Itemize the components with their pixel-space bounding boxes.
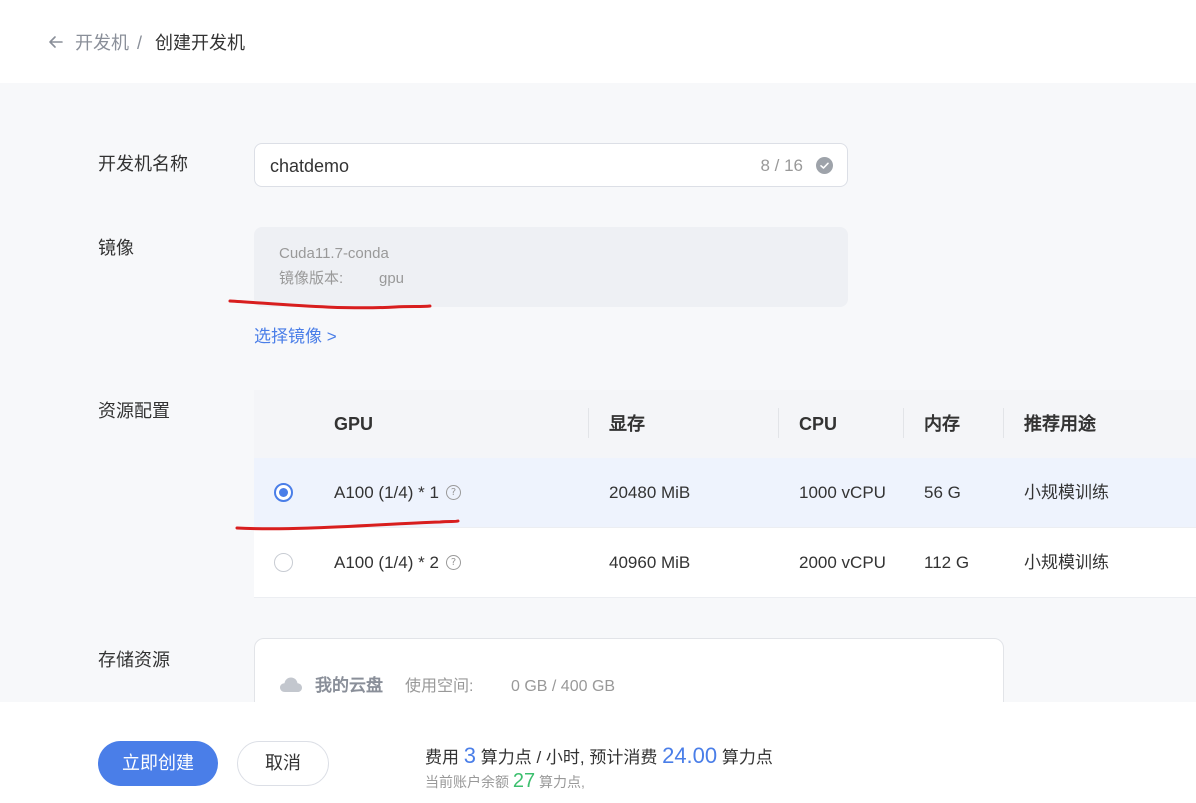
check-circle-icon [816,157,833,174]
resource-gpu: A100 (1/4) * 1 [334,483,439,502]
column-divider [588,408,589,438]
cloud-icon [280,677,302,692]
balance-prefix: 当前账户余额 [425,774,509,790]
image-label: 镜像 [98,238,134,258]
resource-vram: 40960 MiB [609,553,691,572]
resource-row[interactable]: A100 (1/4) * 2 ? 40960 MiB 2000 vCPU 112… [254,528,1196,598]
resource-usage: 小规模训练 [1024,553,1109,572]
resource-label: 资源配置 [98,401,170,421]
storage-usage-value: 0 GB / 400 GB [511,678,616,695]
balance-summary: 当前账户余额 27 算力点, [425,770,585,793]
breadcrumb-parent-link[interactable]: 开发机 [75,31,129,55]
column-header-usage: 推荐用途 [1024,414,1096,434]
fee-rate: 3 [463,743,476,768]
name-char-count: 8 / 16 [760,156,803,175]
image-version-label: 镜像版本: [279,270,344,287]
resource-radio[interactable] [274,553,293,572]
resource-table-header: GPU 显存 CPU 内存 推荐用途 [254,390,1196,458]
create-button[interactable]: 立即创建 [98,741,218,786]
resource-vram: 20480 MiB [609,483,691,502]
column-header-gpu: GPU [334,414,374,434]
balance-value: 27 [512,770,536,792]
column-divider [903,408,904,438]
footer-bar: 立即创建 取消 费用 3 算力点 / 小时, 预计消费 24.00 算力点 当前… [0,702,1196,803]
column-divider [778,408,779,438]
column-header-memory: 内存 [924,414,960,434]
breadcrumb-separator: / [137,33,143,53]
column-header-vram: 显存 [609,414,645,434]
image-version-value: gpu [379,270,405,287]
fee-prefix: 费用 [425,748,459,767]
image-info-box: Cuda11.7-conda 镜像版本: gpu [254,227,848,307]
resource-cpu: 1000 vCPU [799,483,886,502]
help-icon[interactable]: ? [446,555,461,570]
resource-memory: 112 G [924,553,970,572]
storage-usage-label: 使用空间: [405,678,474,695]
resource-usage: 小规模训练 [1024,483,1109,502]
name-input-value[interactable]: chatdemo [270,154,349,178]
fee-summary: 费用 3 算力点 / 小时, 预计消费 24.00 算力点 [425,742,773,772]
select-image-link[interactable]: 选择镜像 > [254,325,337,349]
column-header-cpu: CPU [799,414,838,434]
resource-gpu: A100 (1/4) * 2 [334,553,439,572]
arrow-left-icon[interactable] [46,32,66,52]
fee-unit: 算力点 / 小时, 预计消费 [480,748,658,767]
balance-unit: 算力点, [539,774,585,790]
name-label: 开发机名称 [98,154,188,174]
fee-total-unit: 算力点 [721,748,773,767]
resource-memory: 56 G [924,483,961,502]
resource-cpu: 2000 vCPU [799,553,886,572]
resource-row[interactable]: A100 (1/4) * 1 ? 20480 MiB 1000 vCPU 56 … [254,458,1196,528]
page-title: 创建开发机 [155,33,245,53]
column-divider [1003,408,1004,438]
name-input[interactable]: chatdemo 8 / 16 [254,143,848,187]
image-name: Cuda11.7-conda [279,245,389,262]
resource-radio[interactable] [274,483,293,502]
page-header: 开发机 / 创建开发机 [0,0,1196,83]
storage-title: 我的云盘 [315,676,383,695]
storage-label: 存储资源 [98,650,170,670]
fee-total: 24.00 [662,743,718,768]
cancel-button[interactable]: 取消 [237,741,329,786]
help-icon[interactable]: ? [446,485,461,500]
